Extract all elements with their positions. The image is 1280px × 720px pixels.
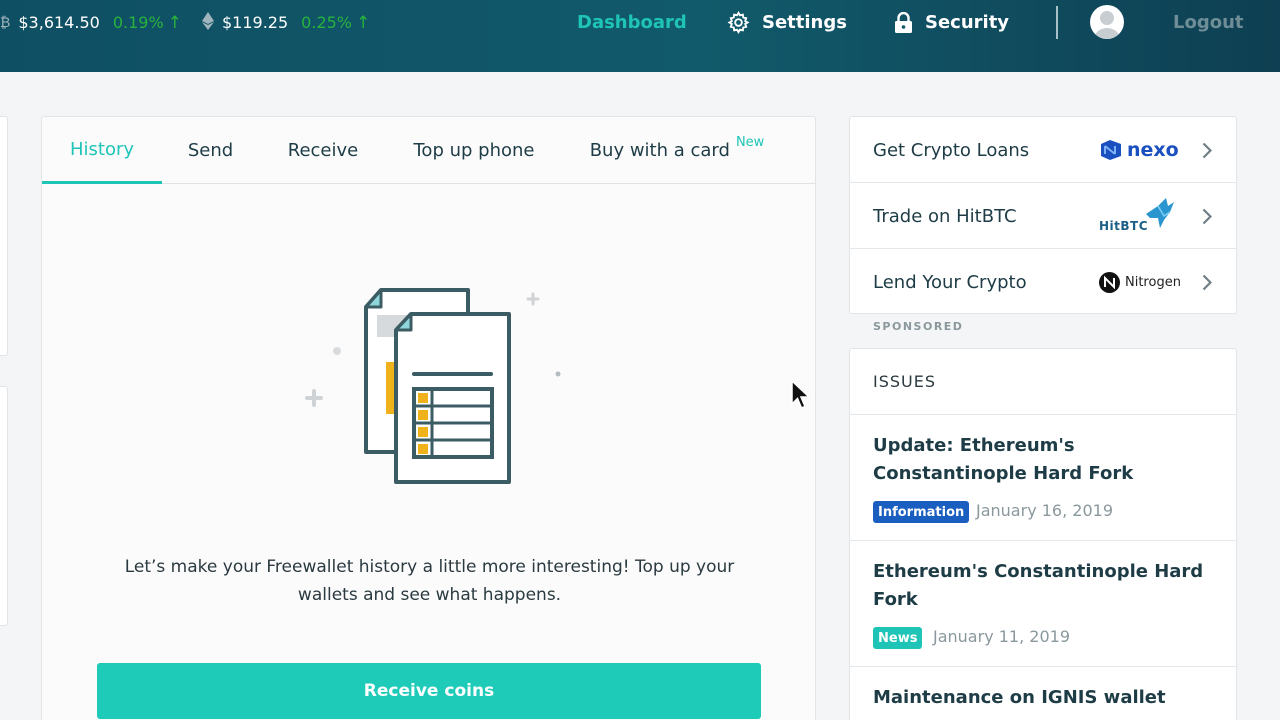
ticker-price: $119.25 (222, 13, 289, 32)
nitrogen-logo-text: Nitrogen (1125, 274, 1181, 290)
chevron-right-icon (1202, 249, 1212, 315)
nav-settings[interactable]: Settings (727, 0, 847, 45)
ticker-price: $3,614.50 (18, 13, 100, 32)
tab-send[interactable]: Send (172, 117, 249, 184)
partner-row-nitrogen[interactable]: Lend Your Crypto Nitrogen (850, 249, 1236, 315)
user-avatar[interactable] (1090, 5, 1124, 39)
ticker-bitcoin: ₿ $3,614.50 0.19% ↑ (0, 0, 182, 45)
gear-icon (727, 11, 750, 34)
arrow-up-icon: ↑ (167, 12, 182, 33)
chevron-right-icon (1202, 117, 1212, 183)
partner-label: Get Crypto Loans (873, 139, 1030, 161)
new-badge: New (735, 135, 765, 150)
tab-buy-with-card[interactable]: Buy with a card New (582, 117, 772, 184)
ticker-change: 0.25% (301, 13, 352, 32)
issue-item[interactable]: Ethereum's Constantinople Hard Fork News… (850, 541, 1236, 667)
header-divider (1056, 6, 1058, 39)
issue-title: Ethereum's Constantinople Hard Fork (873, 561, 1204, 610)
nexo-logo: nexo (1099, 117, 1179, 183)
tab-history[interactable]: History (42, 117, 162, 184)
issue-item[interactable]: Update: Ethereum's Constantinople Hard F… (850, 415, 1236, 541)
issues-heading: ISSUES (850, 349, 1236, 415)
nexo-logo-icon (1101, 140, 1121, 160)
issue-date: January 16, 2019 (976, 501, 1113, 520)
partner-offers-panel: Get Crypto Loans nexo Trade on HitBTC Hi… (849, 116, 1237, 314)
hitbtc-logo: HitBTC (1099, 183, 1176, 249)
ethereum-icon (202, 11, 214, 34)
nav-dashboard[interactable]: Dashboard (577, 0, 687, 45)
sponsored-label: SPONSORED (873, 320, 964, 333)
tab-label: Buy with a card (589, 140, 730, 161)
partner-label: Trade on HitBTC (873, 205, 1017, 227)
nav-settings-label: Settings (762, 12, 847, 33)
issue-item[interactable]: Maintenance on IGNIS wallet (850, 667, 1236, 720)
ticker-change: 0.19% (112, 13, 164, 32)
lock-icon (895, 11, 912, 33)
user-icon (1094, 11, 1120, 39)
nexo-logo-text: nexo (1127, 139, 1179, 161)
empty-history-message: Let’s make your Freewallet history a lit… (124, 557, 735, 605)
issue-title: Update: Ethereum's Constantinople Hard F… (873, 435, 1134, 484)
hitbtc-logo-text: HitBTC (1099, 219, 1149, 233)
arrow-up-icon: ↑ (356, 12, 371, 33)
history-card: History Send Receive Top up phone Buy wi… (41, 116, 816, 720)
bull-icon (1146, 198, 1175, 228)
left-panel (0, 116, 8, 356)
logout-link[interactable]: Logout (1173, 0, 1244, 45)
nav-security-label: Security (925, 12, 1010, 33)
issue-badge-information: Information (873, 501, 970, 523)
issue-badge-news: News (873, 627, 923, 649)
receive-coins-button[interactable]: Receive coins (97, 663, 761, 719)
issue-title: Maintenance on IGNIS wallet (873, 687, 1166, 708)
partner-label: Lend Your Crypto (873, 271, 1027, 293)
empty-history-documents-icon (305, 288, 561, 484)
bitcoin-icon: ₿ (0, 15, 11, 31)
tab-top-up-phone[interactable]: Top up phone (402, 117, 546, 184)
top-navigation-bar: ₿ $3,614.50 0.19% ↑ $119.25 0.25% ↑ Dash… (0, 0, 1280, 72)
wallet-tabs: History Send Receive Top up phone Buy wi… (42, 117, 815, 184)
issues-panel: ISSUES Update: Ethereum's Constantinople… (849, 348, 1237, 720)
nitrogen-logo-icon (1099, 271, 1120, 293)
partner-row-hitbtc[interactable]: Trade on HitBTC HitBTC (850, 183, 1236, 249)
chevron-right-icon (1202, 183, 1212, 249)
ticker-ethereum: $119.25 0.25% ↑ (202, 0, 370, 45)
tab-receive[interactable]: Receive (280, 117, 366, 184)
left-panel (0, 386, 8, 626)
nitrogen-logo: Nitrogen (1099, 249, 1181, 315)
partner-row-nexo[interactable]: Get Crypto Loans nexo (850, 117, 1236, 183)
mouse-pointer-icon (791, 380, 811, 409)
issue-date: January 11, 2019 (933, 627, 1070, 646)
nav-security[interactable]: Security (894, 0, 1009, 45)
